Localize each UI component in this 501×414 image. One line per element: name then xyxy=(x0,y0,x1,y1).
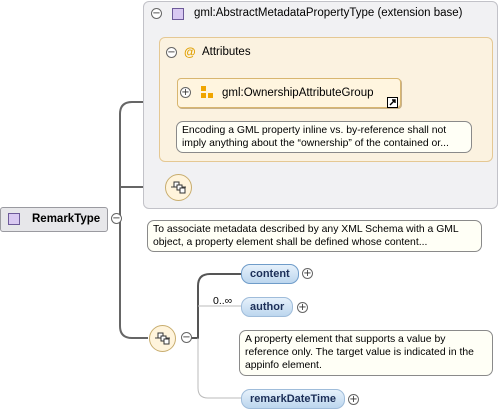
attribute-group-expand-toggle[interactable]: + xyxy=(180,87,191,98)
reference-link-icon[interactable] xyxy=(387,97,398,108)
element-author[interactable]: author xyxy=(241,297,294,317)
extension-collapse-toggle[interactable]: − xyxy=(151,8,162,19)
author-occurrence: 0..∞ xyxy=(213,295,233,307)
attributes-collapse-toggle[interactable]: − xyxy=(166,47,177,58)
connector-root-to-extension xyxy=(119,101,144,219)
attribute-group-tooltip: Encoding a GML property inline vs. by-re… xyxy=(176,121,472,153)
content-expand-toggle[interactable]: + xyxy=(302,268,313,279)
author-expand-toggle[interactable]: + xyxy=(297,302,308,313)
attribute-group-icon xyxy=(201,86,214,99)
attribute-at-icon: @ xyxy=(184,45,196,59)
sequence-collapse-toggle[interactable]: − xyxy=(181,332,192,343)
remark-type-collapse-toggle[interactable]: − xyxy=(111,213,122,224)
remark-type-tooltip: To associate metadata described by any X… xyxy=(147,220,482,252)
complex-type-icon xyxy=(172,8,184,20)
attribute-group-name: gml:OwnershipAttributeGroup xyxy=(222,87,374,99)
attributes-label: Attributes xyxy=(202,46,251,58)
sequence-icon[interactable] xyxy=(149,325,176,352)
remark-type-name: RemarkType xyxy=(32,213,101,225)
element-remark-date-time[interactable]: remarkDateTime xyxy=(241,389,346,409)
connector-sequence-to-remarkdatetime xyxy=(197,338,241,399)
author-tooltip: A property element that supports a value… xyxy=(239,330,493,376)
remark-date-time-expand-toggle[interactable]: + xyxy=(348,394,359,405)
sequence-icon[interactable] xyxy=(165,174,192,201)
element-content[interactable]: content xyxy=(241,264,299,284)
complex-type-icon xyxy=(8,213,20,225)
connector-root-to-lower-sequence xyxy=(119,219,148,339)
extension-base-title: gml:AbstractMetadataPropertyType (extens… xyxy=(194,7,463,19)
